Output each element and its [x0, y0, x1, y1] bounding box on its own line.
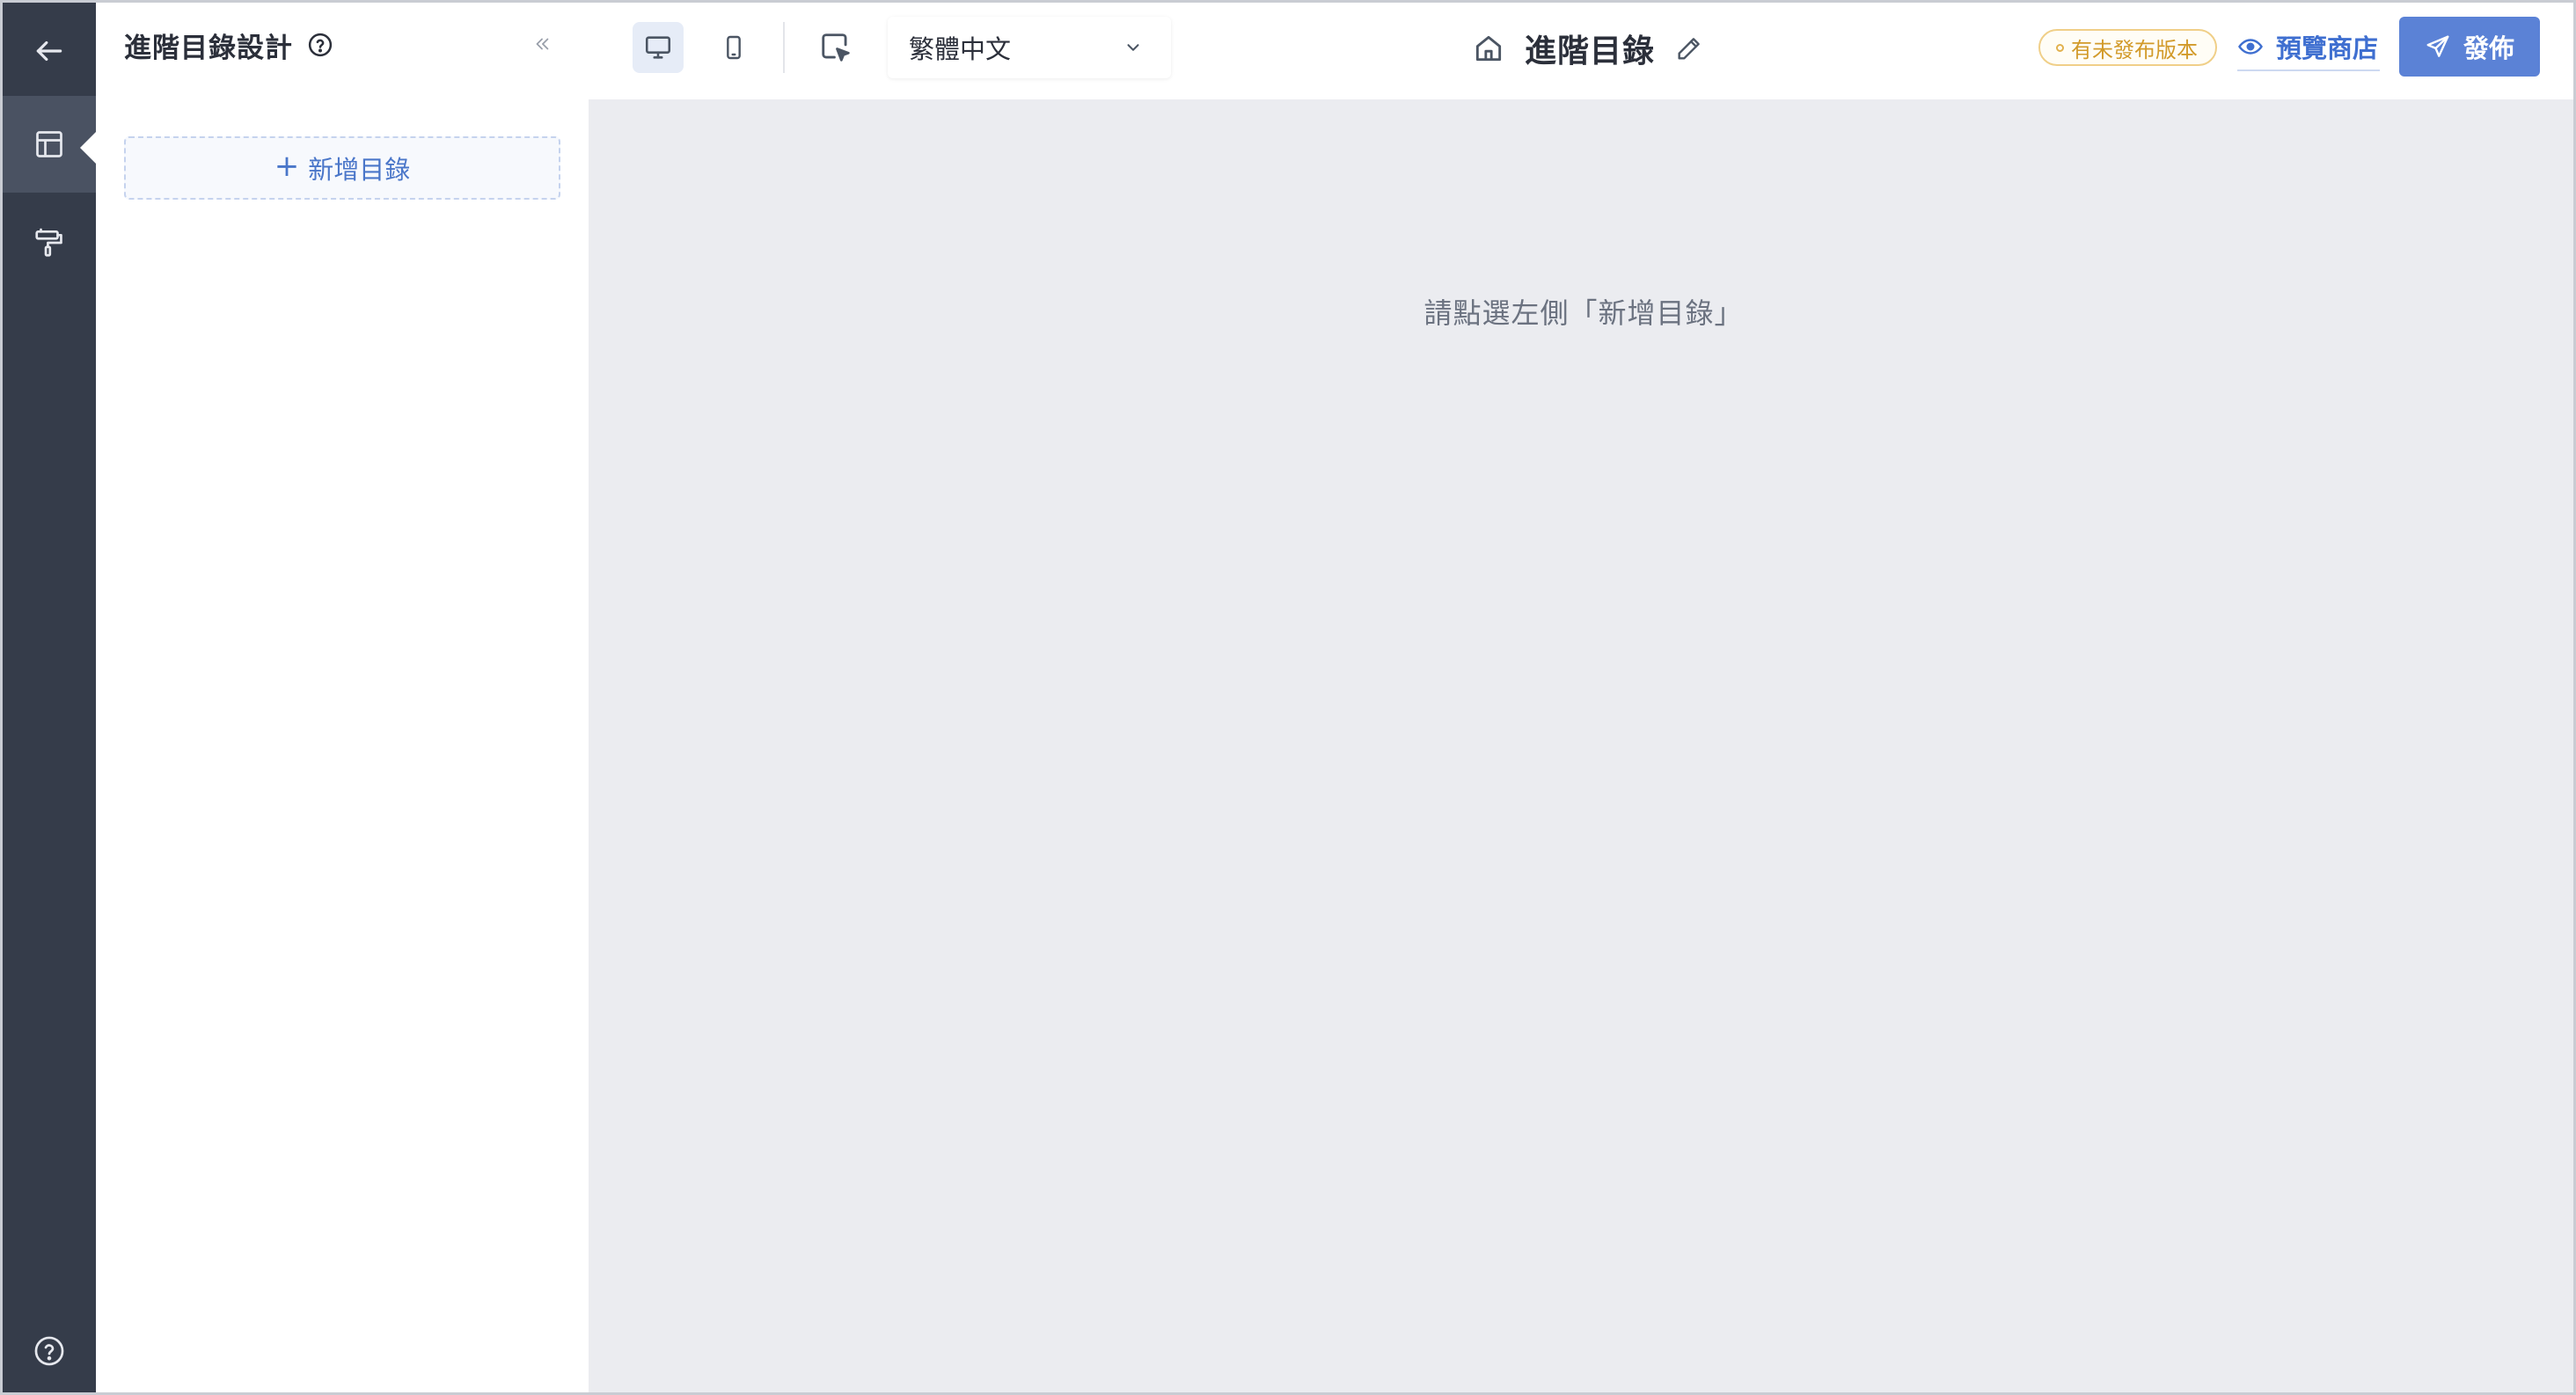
monitor-icon: [645, 36, 671, 59]
add-directory-label: 新增目錄: [308, 155, 411, 185]
app-window: 進階目錄設計 + 新增目錄 繁體中文 進階目錄 有未發布版本 預覽商店 發佈 請…: [0, 0, 2576, 1395]
theme-tab-button[interactable]: [3, 194, 96, 291]
collapse-panel-button[interactable]: [527, 29, 557, 59]
chevron-down-icon: [1127, 44, 1139, 51]
unpublished-badge: 有未發布版本: [2038, 29, 2217, 66]
status-dot-icon: [2056, 43, 2064, 52]
home-icon: [1475, 35, 1502, 62]
pencil-edit-icon[interactable]: [1674, 33, 1704, 63]
eye-icon: [2238, 39, 2263, 55]
arrow-left-icon: [36, 40, 62, 62]
panel-header: 進階目錄設計: [124, 26, 333, 64]
empty-state-hint: 請點選左側「新增目錄」: [1423, 296, 1744, 330]
desktop-view-button[interactable]: [633, 22, 684, 73]
page-name-group: 進階目錄: [1472, 24, 1704, 73]
preview-store-link[interactable]: 預覽商店: [2237, 27, 2381, 71]
language-select[interactable]: 繁體中文: [888, 17, 1171, 78]
smartphone-icon: [727, 35, 741, 60]
publish-label: 發佈: [2463, 33, 2514, 63]
toolbar-divider: [783, 22, 785, 73]
directory-panel: 進階目錄設計 + 新增目錄: [96, 3, 589, 1392]
paint-roller-icon: [35, 228, 62, 257]
publish-button[interactable]: 發佈: [2399, 17, 2540, 77]
element-select-button[interactable]: [810, 22, 861, 73]
layout-icon: [36, 131, 62, 157]
add-directory-button[interactable]: + 新增目錄: [124, 136, 560, 200]
active-tab-indicator: [80, 132, 96, 164]
help-circle-icon: [34, 1336, 64, 1366]
plus-icon: +: [274, 149, 300, 184]
question-circle-icon[interactable]: [307, 32, 333, 58]
language-value: 繁體中文: [909, 34, 1012, 64]
preview-canvas: 請點選左側「新增目錄」: [589, 99, 2573, 1392]
back-button[interactable]: [3, 3, 96, 99]
page-title: 進階目錄: [1525, 33, 1656, 69]
icon-rail: [3, 3, 96, 1392]
chevrons-left-icon: [536, 38, 549, 50]
cursor-select-icon: [822, 33, 850, 62]
panel-title: 進階目錄設計: [124, 32, 293, 64]
preview-store-label: 預覽商店: [2276, 33, 2379, 63]
mobile-view-button[interactable]: [708, 22, 759, 73]
top-toolbar: 繁體中文 進階目錄 有未發布版本 預覽商店 發佈: [589, 3, 2573, 99]
unpublished-badge-label: 有未發布版本: [2071, 37, 2198, 62]
send-icon: [2426, 35, 2449, 57]
help-button[interactable]: [3, 1303, 96, 1392]
